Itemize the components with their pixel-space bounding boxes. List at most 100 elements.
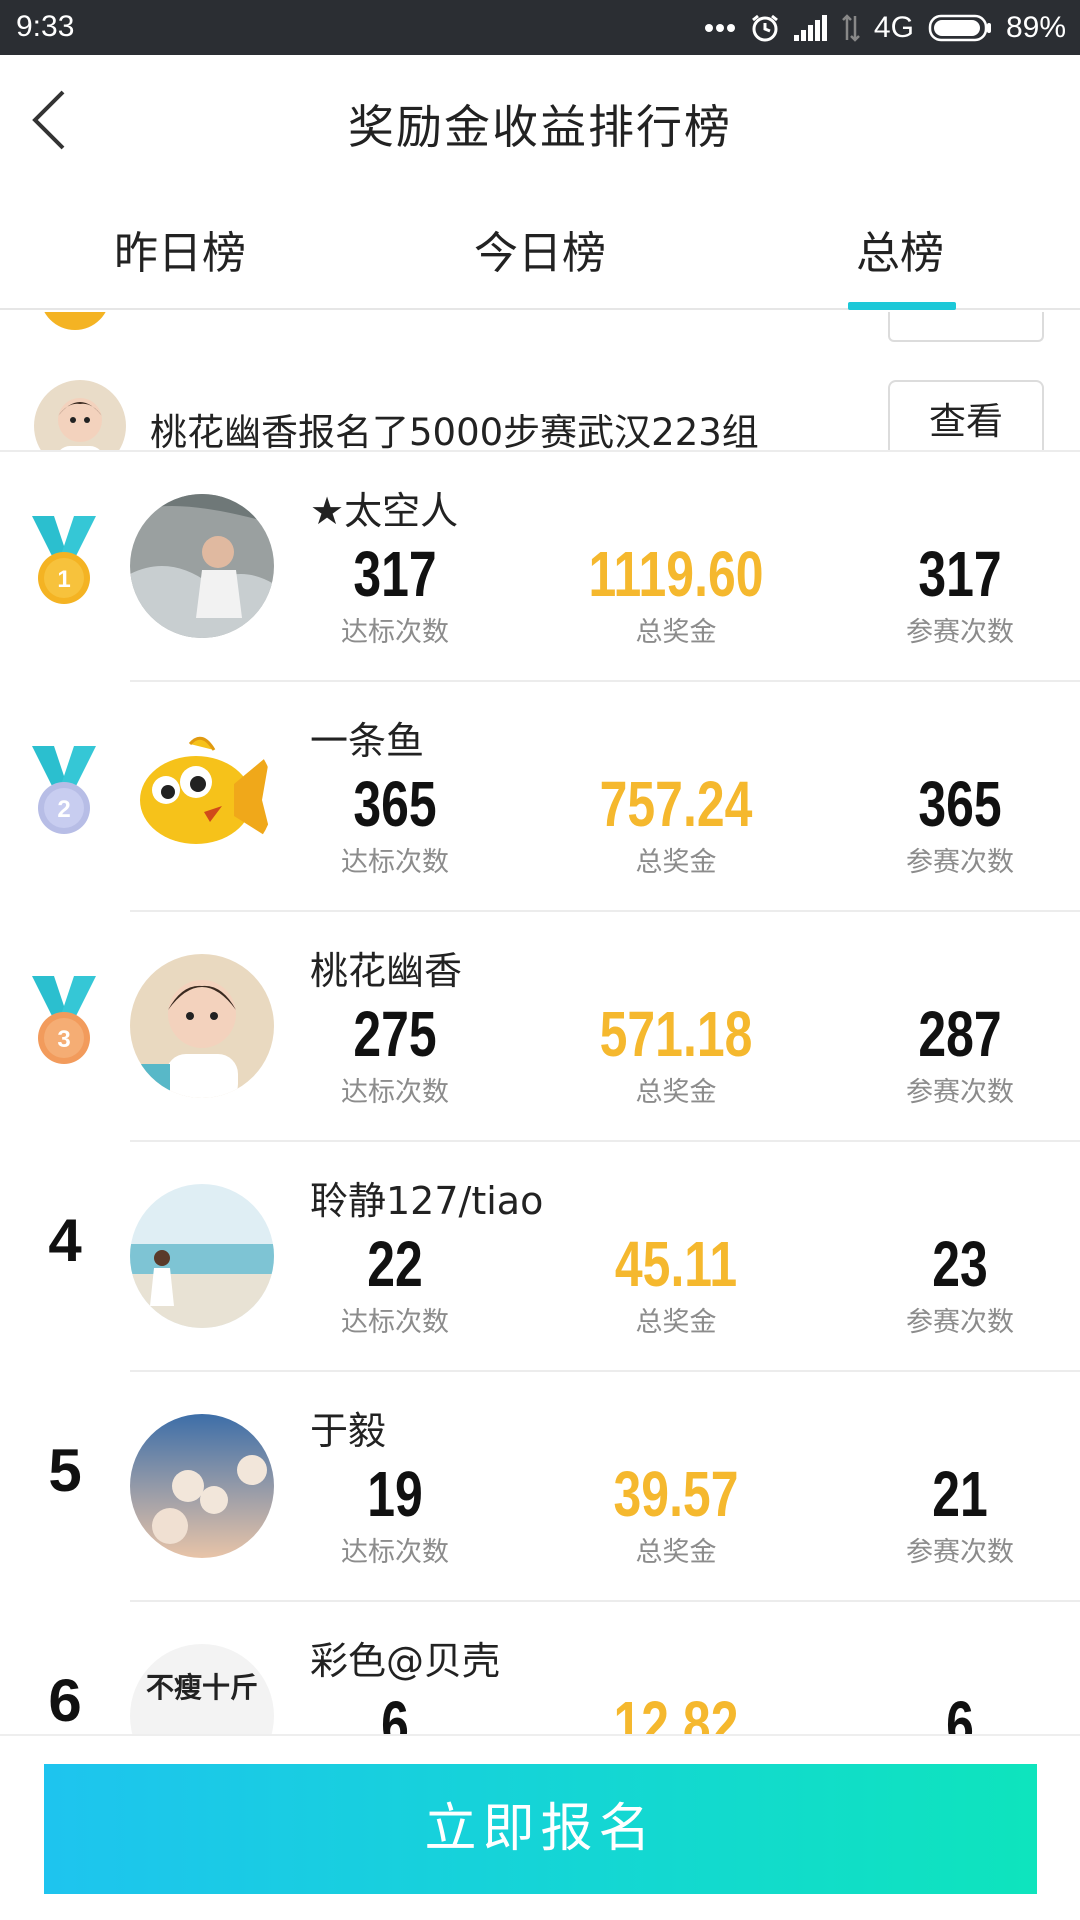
avatar[interactable] bbox=[130, 494, 274, 638]
more-dots-icon bbox=[704, 23, 735, 32]
svg-text:1: 1 bbox=[57, 566, 70, 593]
qualified-count-stat: 365 达标次数 bbox=[275, 772, 515, 879]
stat-value: 45.11 bbox=[614, 1228, 738, 1300]
stat-value: 6 bbox=[946, 1688, 974, 1734]
stat-label: 达标次数 bbox=[341, 1307, 449, 1338]
notice-avatar bbox=[34, 380, 126, 450]
svg-text:2: 2 bbox=[57, 796, 70, 823]
avatar[interactable]: 不瘦十斤 bbox=[130, 1644, 274, 1734]
stat-value: 365 bbox=[353, 768, 437, 840]
view-button[interactable]: 查看 bbox=[888, 380, 1044, 450]
stat-label: 参赛次数 bbox=[906, 1537, 1014, 1568]
entries-count-stat: 21 参赛次数 bbox=[840, 1462, 1080, 1569]
stat-label: 参赛次数 bbox=[906, 1307, 1014, 1338]
username: 聆静127/tiao bbox=[310, 1179, 544, 1223]
scrolling-button-fragment bbox=[888, 312, 1044, 342]
stat-value: 365 bbox=[918, 768, 1002, 840]
signup-now-button[interactable]: 立即报名 bbox=[44, 1764, 1037, 1894]
ranking-row[interactable]: 2 一条鱼 365 达标次数 757.24 总奖金 365 参赛次数 bbox=[0, 682, 1080, 912]
stat-value: 6 bbox=[381, 1688, 409, 1734]
notice-text: 桃花幽香报名了5000步赛武汉223组 bbox=[150, 411, 759, 452]
username: ★太空人 bbox=[310, 489, 459, 533]
stat-label: 总奖金 bbox=[635, 1077, 717, 1108]
stat-value: 23 bbox=[932, 1228, 988, 1300]
stat-label: 总奖金 bbox=[635, 617, 717, 648]
stat-label: 总奖金 bbox=[635, 847, 717, 878]
network-type: 4G bbox=[873, 10, 914, 44]
entries-count-stat: 365 参赛次数 bbox=[840, 772, 1080, 879]
avatar-text: 不瘦十斤 bbox=[145, 1671, 258, 1704]
stat-value: 571.18 bbox=[599, 998, 753, 1070]
stat-value: 317 bbox=[353, 538, 437, 610]
stat-value: 21 bbox=[932, 1458, 988, 1530]
username: 彩色@贝壳 bbox=[310, 1639, 501, 1683]
svg-text:3: 3 bbox=[57, 1026, 70, 1053]
username: 桃花幽香 bbox=[310, 949, 463, 993]
stat-value: 19 bbox=[367, 1458, 423, 1530]
alarm-icon bbox=[751, 14, 778, 41]
stat-label: 达标次数 bbox=[341, 1077, 449, 1108]
qualified-count-stat: 317 达标次数 bbox=[275, 542, 515, 649]
avatar[interactable] bbox=[130, 1184, 274, 1328]
stat-value: 22 bbox=[367, 1228, 423, 1300]
total-bonus-stat: 45.11 总奖金 bbox=[556, 1232, 796, 1339]
stat-label: 总奖金 bbox=[635, 1537, 717, 1568]
tab-yesterday[interactable]: 昨日榜 bbox=[80, 217, 280, 281]
entries-count-stat: 317 参赛次数 bbox=[840, 542, 1080, 649]
total-bonus-stat: 757.24 总奖金 bbox=[556, 772, 796, 879]
qualified-count-stat: 275 达标次数 bbox=[275, 1002, 515, 1109]
stat-value: 1119.60 bbox=[588, 538, 764, 610]
entries-count-stat: 6参赛次数 bbox=[840, 1692, 1080, 1734]
active-tab-indicator bbox=[848, 302, 956, 310]
battery-percent: 89% bbox=[1005, 10, 1066, 44]
status-time: 9:33 bbox=[16, 10, 75, 43]
gold-medal-icon: 1 bbox=[32, 516, 96, 604]
page-title: 奖励金收益排行榜 bbox=[348, 100, 732, 154]
total-bonus-stat: 39.57 总奖金 bbox=[556, 1462, 796, 1569]
ranking-row[interactable]: 1 ★太空人 317 达标次数 1119.60 总奖金 317 参赛次数 bbox=[0, 452, 1080, 682]
stat-label: 总奖金 bbox=[635, 1307, 717, 1338]
status-bar: 9:33 4G 89% bbox=[0, 0, 1080, 55]
battery-icon bbox=[928, 14, 991, 41]
stat-label: 参赛次数 bbox=[906, 1077, 1014, 1108]
ranking-row[interactable]: 6 不瘦十斤 彩色@贝壳 6达标次数 12.82总奖金 6参赛次数 bbox=[0, 1602, 1080, 1734]
ranking-row[interactable]: 3 桃花幽香 275 达标次数 571.18 总奖金 287 参赛次数 bbox=[0, 912, 1080, 1142]
stat-value: 757.24 bbox=[599, 768, 753, 840]
ranking-row[interactable]: 5 于毅 19 达标次数 39.57 总奖金 21 参赛次数 bbox=[0, 1372, 1080, 1602]
status-icons: 4G 89% bbox=[704, 0, 1066, 55]
header: 奖励金收益排行榜 bbox=[0, 55, 1080, 185]
entries-count-stat: 287 参赛次数 bbox=[840, 1002, 1080, 1109]
stat-label: 达标次数 bbox=[341, 617, 449, 648]
stat-value: 39.57 bbox=[613, 1458, 739, 1530]
username: 一条鱼 bbox=[310, 719, 425, 763]
tab-bar: 昨日榜 今日榜 总榜 bbox=[0, 185, 1080, 310]
ranking-row[interactable]: 4 聆静127/tiao 22 达标次数 45.11 总奖金 23 参赛次数 bbox=[0, 1142, 1080, 1372]
signal-icon bbox=[793, 14, 827, 41]
notice-ticker: 桃花幽香报名了5000步赛武汉223组 查看 bbox=[0, 312, 1080, 452]
total-bonus-stat: 571.18 总奖金 bbox=[556, 1002, 796, 1109]
rank-number: 4 bbox=[48, 1207, 82, 1274]
username: 于毅 bbox=[310, 1409, 387, 1453]
qualified-count-stat: 6达标次数 bbox=[275, 1692, 515, 1734]
qualified-count-stat: 22 达标次数 bbox=[275, 1232, 515, 1339]
avatar[interactable] bbox=[130, 1414, 274, 1558]
stat-label: 参赛次数 bbox=[906, 617, 1014, 648]
tab-overall[interactable]: 总榜 bbox=[800, 217, 1000, 281]
total-bonus-stat: 1119.60 总奖金 bbox=[556, 542, 796, 649]
ranking-list: 1 ★太空人 317 达标次数 1119.60 总奖金 317 参赛次数 2 一条鱼 … bbox=[0, 452, 1080, 1734]
stat-label: 达标次数 bbox=[341, 847, 449, 878]
stat-value: 275 bbox=[353, 998, 437, 1070]
rank-number: 6 bbox=[48, 1667, 82, 1734]
qualified-count-stat: 19 达标次数 bbox=[275, 1462, 515, 1569]
bronze-medal-icon: 3 bbox=[32, 976, 96, 1064]
scrolling-medal-fragment bbox=[40, 312, 110, 330]
tab-today[interactable]: 今日榜 bbox=[440, 217, 640, 281]
stat-label: 达标次数 bbox=[341, 1537, 449, 1568]
avatar[interactable] bbox=[130, 724, 274, 868]
rank-number: 5 bbox=[48, 1437, 82, 1504]
avatar[interactable] bbox=[130, 954, 274, 1098]
stat-value: 287 bbox=[918, 998, 1002, 1070]
footer: 立即报名 bbox=[0, 1734, 1080, 1920]
stat-value: 12.82 bbox=[613, 1688, 739, 1734]
stat-label: 参赛次数 bbox=[906, 847, 1014, 878]
